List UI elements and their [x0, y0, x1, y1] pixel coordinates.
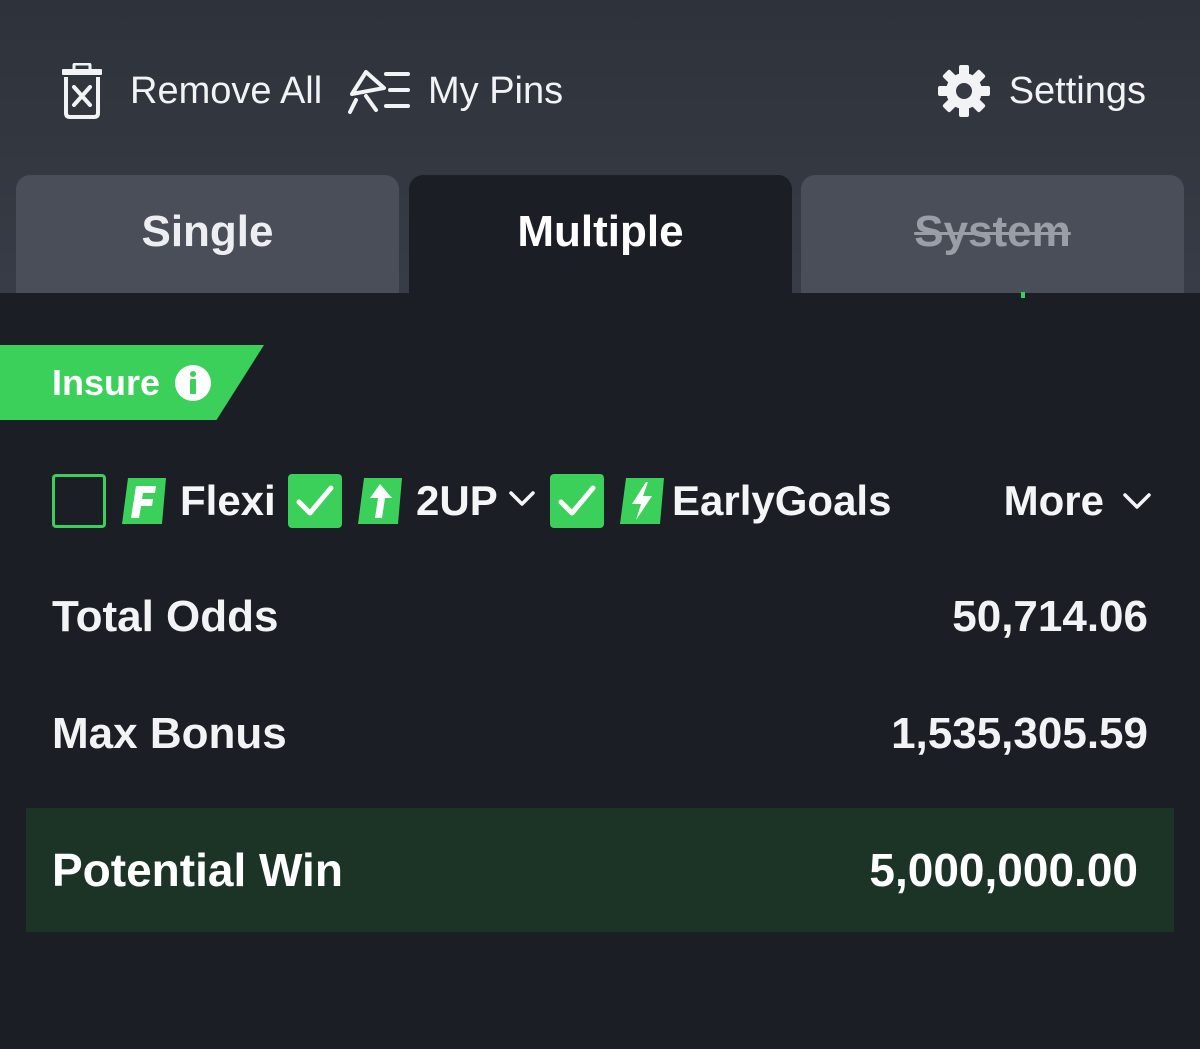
max-bonus-label: Max Bonus [52, 709, 287, 758]
two-up-label: 2UP [416, 477, 498, 524]
early-goals-checkbox[interactable] [550, 474, 604, 528]
more-dropdown[interactable]: More [1004, 470, 1152, 532]
potential-win-label: Potential Win [52, 844, 343, 896]
total-odds-row: Total Odds 50,714.06 [52, 588, 1148, 646]
chevron-down-icon [1123, 493, 1151, 509]
tab-system[interactable]: System [801, 175, 1184, 293]
flexi-f-icon [122, 478, 166, 524]
bet-type-tabs: Single Multiple System [16, 175, 1184, 293]
remove-all-label: Remove All [130, 69, 323, 112]
potential-win-value: 5,000,000.00 [869, 844, 1138, 896]
tab-multiple-label: Multiple [517, 207, 684, 256]
chevron-down-icon[interactable] [508, 490, 536, 508]
pin-list-icon [348, 70, 410, 114]
gear-icon [937, 65, 990, 117]
bet-options-row: Flexi 2UP EarlyGoals More [52, 470, 1152, 532]
flexi-label: Flexi [180, 477, 276, 524]
early-goals-label: EarlyGoals [672, 477, 892, 524]
my-pins-label: My Pins [428, 69, 564, 112]
tab-multiple[interactable]: Multiple [409, 175, 792, 293]
settings-label: Settings [1008, 69, 1146, 112]
betslip-header: Remove All My Pins Settings Single Multi… [0, 0, 1200, 293]
settings-button[interactable]: Settings [937, 60, 1146, 122]
two-up-checkbox[interactable] [288, 474, 342, 528]
total-odds-value: 50,714.06 [952, 592, 1148, 641]
my-pins-button[interactable]: My Pins [346, 60, 563, 122]
lightning-icon [620, 478, 664, 524]
trash-x-icon [62, 63, 102, 119]
tab-single-label: Single [141, 207, 274, 256]
flexi-checkbox[interactable] [52, 474, 106, 528]
info-icon[interactable] [174, 364, 212, 402]
max-bonus-row: Max Bonus 1,535,305.59 [52, 705, 1148, 763]
tab-indicator [1021, 292, 1025, 298]
potential-win-row: Potential Win 5,000,000.00 [26, 808, 1174, 932]
total-odds-label: Total Odds [52, 592, 279, 641]
tab-system-label: System [914, 207, 1071, 256]
max-bonus-value: 1,535,305.59 [891, 709, 1148, 758]
insure-banner[interactable]: Insure [0, 345, 264, 420]
more-label: More [1003, 477, 1104, 524]
insure-label: Insure [52, 361, 161, 403]
checkmark-icon [296, 485, 334, 516]
checkmark-icon [558, 485, 596, 516]
two-up-arrow-icon [358, 478, 402, 524]
tab-single[interactable]: Single [16, 175, 399, 293]
remove-all-button[interactable]: Remove All [58, 60, 322, 122]
